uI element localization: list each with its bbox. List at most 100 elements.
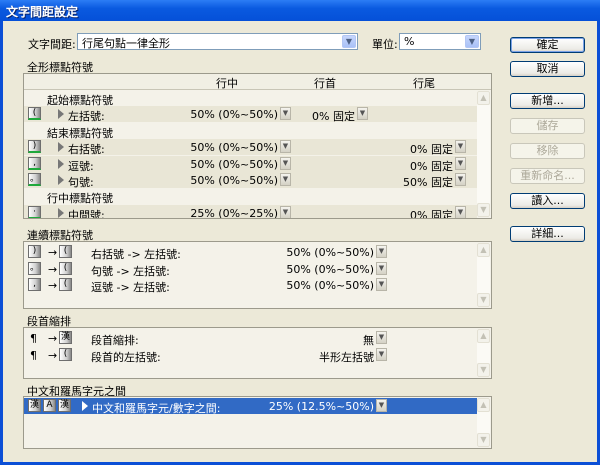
new-button[interactable]: 新增...	[510, 93, 585, 109]
scroll-down-icon[interactable]: ▼	[477, 293, 490, 307]
expand-triangle-icon[interactable]	[58, 142, 64, 153]
load-button[interactable]: 讀入...	[510, 193, 585, 209]
start-dropdown-icon[interactable]: ▼	[357, 107, 368, 121]
end-dropdown-icon[interactable]: ▼	[455, 173, 466, 186]
punctuation-icon: )	[28, 140, 41, 154]
row-value: 50% (0%~50%)	[286, 279, 374, 292]
save-button[interactable]: 儲存	[510, 118, 585, 134]
scrollbar[interactable]: ▲ ▼	[477, 329, 490, 377]
mid-dropdown-icon[interactable]: ▼	[280, 205, 291, 218]
mid-dropdown-icon[interactable]: ▼	[280, 173, 291, 186]
mid-value: 50% (0%~50%)	[190, 157, 278, 171]
mojikumi-label: 文字間距:	[28, 38, 76, 51]
group-header-row: 起始標點符號	[24, 90, 477, 107]
title-bar: 文字間距設定	[0, 0, 600, 21]
table-row-selected[interactable]: 漢 A 漢 中文和羅馬字元/數字之間: 25% (12.5%~50%) ▼	[24, 398, 477, 415]
punctuation-icon: (	[28, 107, 41, 121]
scroll-up-icon[interactable]: ▲	[477, 398, 490, 412]
chevron-down-icon[interactable]: ▼	[342, 35, 356, 48]
table-header: 行中 行首 行尾	[24, 74, 491, 90]
end-dropdown-icon[interactable]: ▼	[455, 140, 466, 154]
punctuation-icon: (	[59, 278, 72, 291]
row-label: 逗號 -> 左括號:	[91, 281, 170, 294]
row-value: 25% (12.5%~50%)	[268, 400, 374, 413]
dropdown-icon[interactable]: ▼	[376, 331, 387, 344]
punctuation-icon: 漢	[59, 331, 72, 344]
table-row[interactable]: , 逗號: 50% (0%~50%) ▼ 0% 固定 ▼	[24, 155, 477, 173]
dropdown-icon[interactable]: ▼	[376, 347, 387, 361]
dropdown-icon[interactable]: ▼	[376, 399, 387, 412]
row-label: 段首的左括號:	[91, 350, 161, 364]
end-dropdown-icon[interactable]: ▼	[455, 205, 466, 218]
mojikumi-value: 行尾句點一律全形	[82, 37, 170, 50]
adjacent-table: ) →(右括號 -> 左括號: 50% (0%~50%) ▼。 →(句號 -> 左括號:…	[23, 241, 492, 309]
indent-table: ¶ → 漢段首縮排: 無 ▼ ¶ →(段首的左括號: 半形左括號 ▼ ▲ ▼	[23, 327, 492, 379]
row-value: 50% (0%~50%)	[286, 262, 374, 276]
table-row[interactable]: ) →(右括號 -> 左括號: 50% (0%~50%) ▼	[24, 244, 477, 261]
character-class-icon: A	[43, 399, 56, 412]
fullwidth-table: 行中 行首 行尾 起始標點符號(左括號: 50% (0%~50%) ▼ 0% 固定 ▼ 結…	[23, 73, 492, 219]
cancel-button[interactable]: 取消	[510, 61, 585, 77]
group-header-row: 行中標點符號	[24, 188, 477, 205]
arrow-right-icon: →	[48, 348, 58, 362]
punctuation-icon: (	[59, 245, 72, 258]
punctuation-icon: ,	[28, 156, 41, 170]
arrow-right-icon: →	[48, 332, 58, 345]
table-row[interactable]: ¶ →(段首的左括號: 半形左括號 ▼	[24, 347, 477, 364]
expand-triangle-icon[interactable]	[58, 158, 64, 169]
chevron-down-icon[interactable]: ▼	[465, 35, 479, 48]
ok-button[interactable]: 確定	[510, 37, 585, 53]
row-label: 中文和羅馬字元/數字之間:	[92, 402, 221, 415]
scroll-down-icon[interactable]: ▼	[477, 203, 490, 217]
scrollbar[interactable]: ▲ ▼	[477, 243, 490, 307]
arrow-right-icon: →	[48, 279, 58, 292]
unit-label: 單位:	[372, 38, 398, 51]
table-row[interactable]: 。 →(句號 -> 左括號: 50% (0%~50%) ▼	[24, 261, 477, 278]
scroll-up-icon[interactable]: ▲	[477, 91, 490, 105]
column-header-start: 行首	[314, 77, 336, 90]
mid-dropdown-icon[interactable]: ▼	[280, 140, 291, 154]
mid-value: 50% (0%~50%)	[190, 141, 278, 155]
scroll-down-icon[interactable]: ▼	[477, 433, 490, 447]
rename-button[interactable]: 重新命名...	[510, 168, 585, 184]
end-dropdown-icon[interactable]: ▼	[455, 156, 466, 170]
mid-value: 50% (0%~50%)	[190, 174, 278, 187]
punctuation-icon: 。	[28, 261, 41, 275]
unit-value: %	[404, 35, 415, 48]
expand-triangle-icon[interactable]	[58, 175, 64, 185]
expand-triangle-icon[interactable]	[82, 401, 88, 411]
table-row[interactable]: · 中間號: 25% (0%~25%) ▼ 0% 固定 ▼	[24, 204, 477, 219]
mojikumi-select[interactable]: 行尾句點一律全形 ▼	[77, 33, 358, 50]
mid-value: 25% (0%~25%)	[190, 206, 278, 219]
mid-dropdown-icon[interactable]: ▼	[280, 156, 291, 170]
scroll-down-icon[interactable]: ▼	[477, 363, 490, 377]
table-row[interactable]: ¶ → 漢段首縮排: 無 ▼	[24, 330, 477, 347]
mid-dropdown-icon[interactable]: ▼	[280, 107, 291, 121]
table-row[interactable]: 。句號: 50% (0%~50%) ▼ 50% 固定 ▼	[24, 172, 477, 189]
dropdown-icon[interactable]: ▼	[376, 245, 387, 258]
row-value: 半形左括號	[319, 350, 374, 364]
scroll-up-icon[interactable]: ▲	[477, 243, 490, 257]
table-row[interactable]: , →(逗號 -> 左括號: 50% (0%~50%) ▼	[24, 277, 477, 294]
table-row[interactable]: ) 右括號: 50% (0%~50%) ▼ 0% 固定 ▼	[24, 139, 477, 156]
detail-button[interactable]: 詳細...	[510, 226, 585, 242]
pilcrow-icon: ¶	[30, 332, 37, 345]
punctuation-icon: (	[59, 261, 72, 275]
table-row[interactable]: (左括號: 50% (0%~50%) ▼ 0% 固定 ▼	[24, 106, 477, 123]
unit-select[interactable]: % ▼	[399, 33, 481, 50]
punctuation-icon: (	[59, 347, 72, 361]
punctuation-icon: ·	[28, 205, 41, 218]
character-class-icon: 漢	[58, 399, 71, 412]
roman-table: 漢 A 漢中文和羅馬字元/數字之間: 25% (12.5%~50%) ▼ ▲ ▼	[23, 396, 492, 449]
remove-button[interactable]: 移除	[510, 143, 585, 159]
dropdown-icon[interactable]: ▼	[376, 261, 387, 275]
dropdown-icon[interactable]: ▼	[376, 278, 387, 291]
arrow-right-icon: →	[48, 246, 58, 259]
scrollbar[interactable]: ▲ ▼	[477, 398, 490, 447]
expand-triangle-icon[interactable]	[58, 207, 64, 218]
punctuation-icon: )	[28, 245, 41, 258]
column-header-mid: 行中	[216, 77, 238, 90]
scroll-up-icon[interactable]: ▲	[477, 329, 490, 343]
scrollbar[interactable]: ▲ ▼	[477, 91, 490, 217]
expand-triangle-icon[interactable]	[58, 109, 64, 120]
